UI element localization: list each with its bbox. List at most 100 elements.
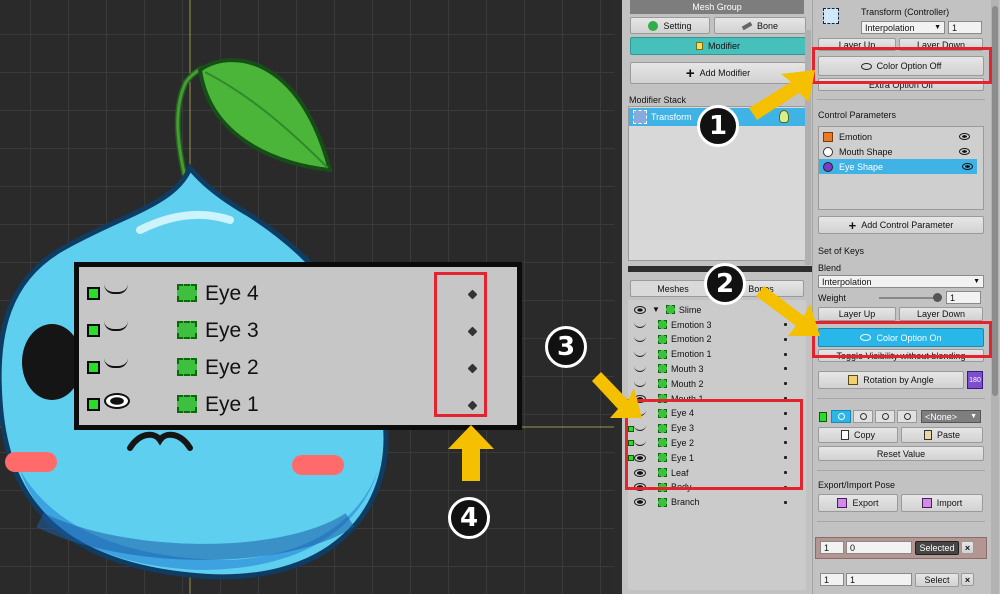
mesh-icon — [658, 379, 667, 389]
color-option-on-button[interactable]: Color Option On — [818, 328, 984, 347]
eye-toggle-icon[interactable] — [634, 305, 646, 314]
visibility-toggle-icon[interactable] — [87, 398, 100, 411]
open-eye-icon — [104, 393, 130, 409]
radio-option-4[interactable] — [897, 410, 917, 423]
mesh-toggle-icon[interactable] — [628, 455, 634, 462]
select-value-field[interactable]: 1 — [846, 573, 912, 586]
tree-item[interactable]: Leaf — [634, 465, 800, 480]
closed-eye-icon — [104, 358, 128, 368]
setting-tab[interactable]: Setting — [630, 17, 710, 34]
mesh-toggle-icon[interactable] — [628, 440, 634, 447]
toggle-visibility-button[interactable]: Toggle Visibility without blending — [818, 349, 984, 362]
closed-eye-icon[interactable] — [634, 336, 646, 343]
open-eye-icon[interactable] — [634, 483, 646, 492]
copy-icon — [840, 430, 849, 440]
modifier-tab[interactable]: Modifier — [630, 37, 806, 55]
param-item-mouth-shape[interactable]: Mouth Shape — [819, 144, 974, 159]
add-control-parameter-button[interactable]: + Add Control Parameter — [818, 216, 984, 234]
selected-button[interactable]: Selected — [915, 541, 959, 555]
tree-item[interactable]: Eye 1 — [634, 450, 800, 465]
radio-option-2[interactable] — [853, 410, 873, 423]
visibility-toggle-icon[interactable] — [87, 287, 100, 300]
import-button[interactable]: Import — [901, 494, 983, 512]
mesh-icon — [658, 482, 667, 492]
tree-item-label: Eye 3 — [671, 423, 695, 434]
tree-item[interactable]: Body — [634, 480, 800, 495]
tree-item[interactable]: Eye 4 — [634, 406, 800, 421]
eye-visible-icon[interactable] — [959, 133, 970, 140]
color-option-off-button[interactable]: Color Option Off — [818, 56, 984, 76]
tree-item[interactable]: Mouth 1 — [634, 391, 800, 406]
close-icon: × — [964, 542, 971, 553]
rotation-by-angle-button[interactable]: Rotation by Angle — [818, 371, 964, 389]
radio-option-1[interactable] — [831, 410, 851, 423]
transform-modifier-icon — [823, 8, 839, 24]
eye-visible-icon[interactable] — [959, 148, 970, 155]
right-scrollbar-thumb[interactable] — [992, 6, 998, 396]
tree-root[interactable]: ▼ Slime — [634, 302, 701, 317]
layer-up-button[interactable]: Layer Up — [818, 307, 896, 321]
dropdown-arrow-icon: ▼ — [970, 413, 977, 420]
select-button[interactable]: Select — [915, 573, 959, 587]
paste-button[interactable]: Paste — [901, 427, 983, 443]
editor-canvas[interactable]: Eye 4 Eye 3 Eye 2 Eye 1 4 — [0, 0, 614, 594]
remove-select-button[interactable]: × — [961, 573, 974, 586]
modifier-stack-label: Modifier Stack — [629, 95, 687, 105]
tree-item[interactable]: Mouth 2 — [634, 376, 800, 391]
closed-eye-icon[interactable] — [634, 322, 646, 328]
tree-item[interactable]: Mouth 3 — [634, 361, 800, 376]
color-eye-icon — [860, 62, 872, 70]
bone-tab[interactable]: Bone — [714, 17, 806, 34]
interpolation-select[interactable]: Interpolation ▼ — [861, 21, 945, 34]
mesh-toggle-icon[interactable] — [628, 425, 634, 432]
visibility-toggle-icon[interactable] — [87, 324, 100, 337]
select-index-field[interactable]: 1 — [820, 573, 844, 586]
visibility-toggle-icon[interactable] — [87, 361, 100, 374]
eye-visible-icon[interactable] — [962, 163, 973, 170]
open-eye-icon[interactable] — [634, 468, 646, 477]
rotation-180-toggle[interactable]: 180 — [967, 371, 983, 389]
mesh-group-icon — [665, 305, 675, 314]
tree-item[interactable]: Eye 2 — [634, 435, 800, 450]
remove-selected-button[interactable]: × — [961, 541, 974, 554]
expand-arrow-icon[interactable]: ▼ — [652, 305, 660, 314]
zoom-row: Eye 2 — [87, 353, 507, 383]
selected-value-field[interactable]: 0 — [846, 541, 912, 554]
closed-eye-icon[interactable] — [634, 425, 646, 432]
mesh-toggle-icon[interactable] — [819, 412, 827, 422]
blend-select[interactable]: Interpolation ▼ — [818, 275, 984, 288]
rotation-icon — [848, 375, 859, 385]
weight-slider-thumb[interactable] — [933, 293, 942, 302]
layer-down-button[interactable]: Layer Down — [899, 307, 983, 321]
interpolation-number[interactable]: 1 — [948, 21, 982, 34]
selected-index-field[interactable]: 1 — [820, 541, 844, 554]
tree-item-label: Eye 1 — [671, 452, 695, 463]
tree-item-label: Emotion 3 — [671, 319, 712, 330]
tree-item[interactable]: Eye 3 — [634, 421, 800, 436]
layer-down-button-top[interactable]: Layer Down — [899, 38, 983, 51]
copy-button[interactable]: Copy — [818, 427, 898, 443]
set-of-keys-label: Set of Keys — [818, 246, 865, 256]
weight-slider-track[interactable] — [879, 297, 939, 299]
layer-up-button-top[interactable]: Layer Up — [818, 38, 896, 51]
param-item-emotion[interactable]: Emotion — [819, 129, 974, 144]
tree-item-label: Mouth 2 — [671, 378, 704, 389]
export-button[interactable]: Export — [818, 494, 898, 512]
weight-input[interactable]: 1 — [946, 291, 981, 304]
reset-value-button[interactable]: Reset Value — [818, 446, 984, 461]
mesh-icon — [658, 349, 667, 359]
closed-eye-icon[interactable] — [634, 440, 646, 446]
control-parameters-label: Control Parameters — [818, 110, 897, 120]
radio-option-3[interactable] — [875, 410, 895, 423]
export-icon — [837, 498, 848, 508]
mesh-icon — [658, 438, 667, 448]
none-select[interactable]: <None> ▼ — [921, 410, 981, 423]
closed-eye-icon[interactable] — [634, 351, 646, 358]
param-item-eye-shape[interactable]: Eye Shape — [819, 159, 977, 174]
open-eye-icon[interactable] — [634, 498, 646, 507]
tree-item[interactable]: Emotion 1 — [634, 347, 800, 362]
tree-item[interactable]: Branch — [634, 495, 800, 510]
face-icon — [823, 146, 833, 157]
open-eye-icon[interactable] — [634, 453, 646, 462]
extra-option-off-button[interactable]: Extra Option Off — [818, 78, 984, 91]
